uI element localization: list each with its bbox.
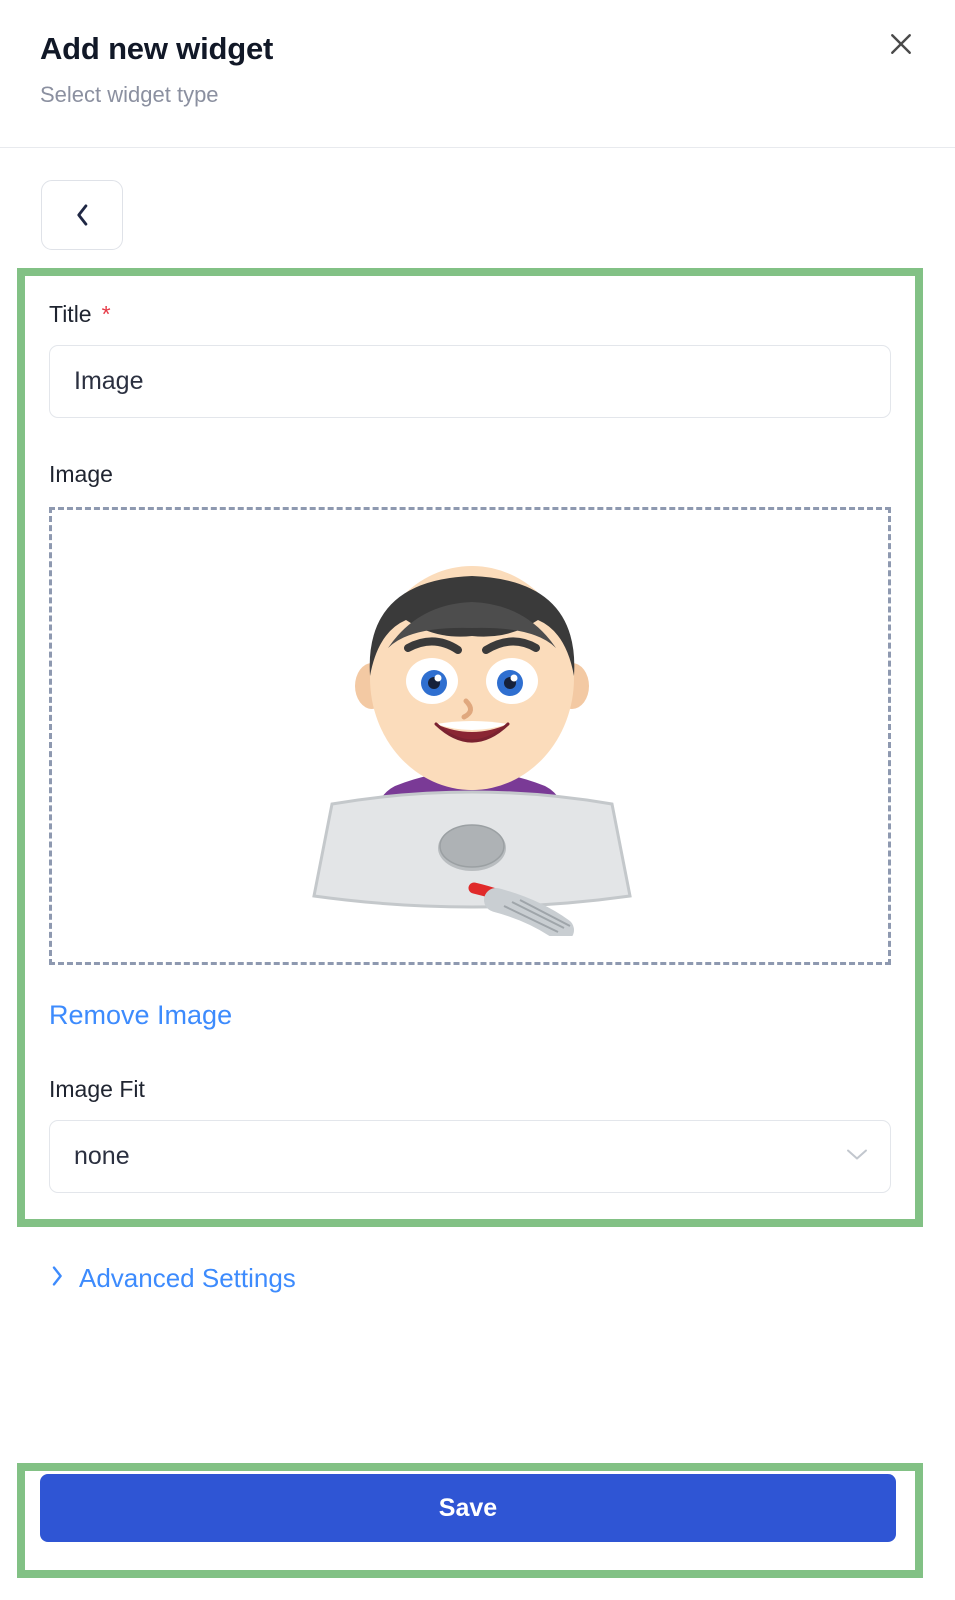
close-dialog-button[interactable] [879,22,923,66]
chevron-left-icon [72,202,92,228]
image-fit-label: Image Fit [49,1076,145,1102]
save-button[interactable]: Save [40,1474,896,1542]
title-field-label: Title * [49,298,891,330]
image-fit-selected-value: none [74,1142,130,1170]
required-indicator: * [101,301,111,327]
widget-settings-panel: Title * Image Image Remove Image Image F… [25,276,915,1219]
title-input[interactable] [49,345,891,418]
dialog-header: Add new widget Select widget type [0,0,955,148]
title-label-text: Title [49,301,92,327]
image-field-label: Image [49,461,113,487]
image-dropzone[interactable] [49,507,891,965]
close-icon [886,29,916,59]
page-title: Add new widget [40,31,274,66]
image-fit-select[interactable]: none [49,1120,891,1193]
widget-settings-highlight: Title * Image Image Remove Image Image F… [17,268,923,1227]
remove-image-link[interactable]: Remove Image [49,997,232,1033]
advanced-settings-toggle[interactable]: Advanced Settings [49,1261,296,1295]
advanced-settings-label: Advanced Settings [79,1263,296,1293]
back-button[interactable] [41,180,123,250]
image-fit-select-wrapper: none [49,1120,891,1193]
chevron-right-icon [49,1264,65,1293]
uploaded-image-preview [312,566,632,936]
back-navigation-row [0,148,955,250]
page-subtitle: Select widget type [40,82,219,107]
add-widget-dialog: Add new widget Select widget type Title … [0,0,955,1600]
